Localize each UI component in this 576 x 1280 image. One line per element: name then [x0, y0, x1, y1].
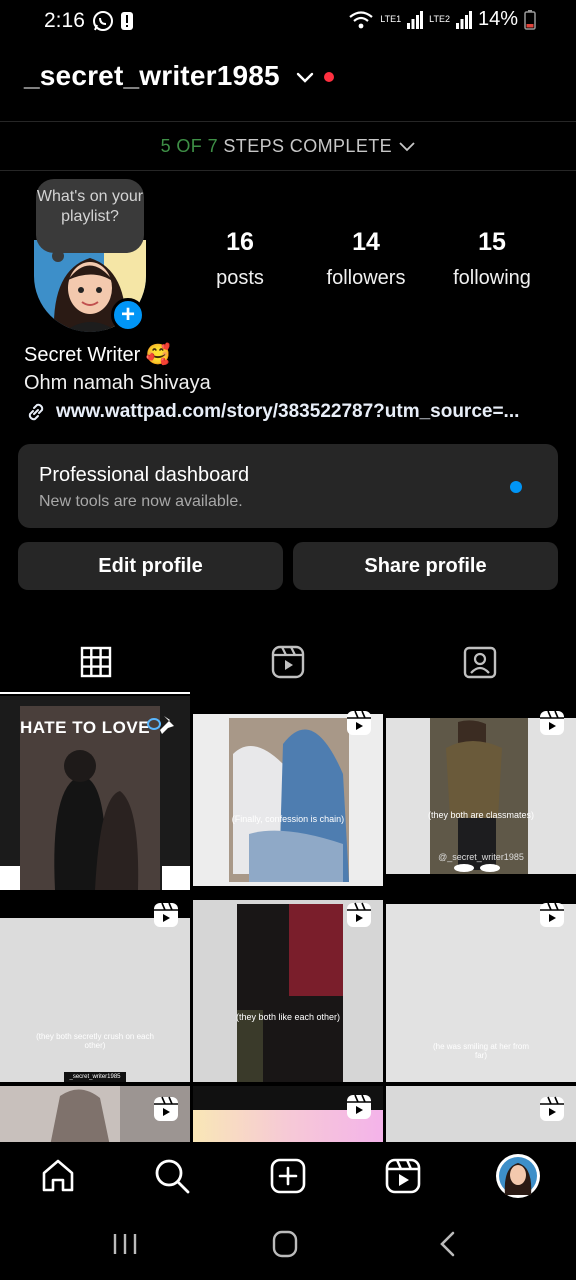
- bio-text: Ohm namah Shivaya: [24, 372, 211, 394]
- post-thumbnail: [229, 718, 349, 882]
- dashboard-title: Professional dashboard: [39, 464, 250, 486]
- divider: [0, 121, 576, 122]
- lte2-label: LTE2: [429, 14, 450, 24]
- status-time: 2:16: [44, 9, 85, 32]
- stat-followers-label: followers: [326, 267, 406, 289]
- tile-overlay-text: HATE TO LOVE: [20, 718, 151, 737]
- reel-badge-icon: [347, 710, 371, 735]
- stat-following[interactable]: 15 following: [422, 228, 562, 290]
- stat-following-value: 15: [478, 228, 506, 256]
- wifi-icon: [349, 10, 373, 28]
- profile-tabs: [0, 632, 576, 692]
- back-icon[interactable]: [438, 1230, 456, 1258]
- nav-search[interactable]: [148, 1152, 196, 1200]
- notification-alert-icon: [121, 12, 133, 30]
- stat-posts[interactable]: 16 posts: [170, 228, 310, 290]
- steps-chevron-icon: [399, 142, 416, 152]
- add-post-icon: [270, 1158, 306, 1194]
- signal-2-icon: [455, 10, 472, 29]
- tab-tagged[interactable]: [384, 632, 576, 692]
- share-profile-button[interactable]: Share profile: [293, 542, 558, 590]
- home-icon: [42, 1159, 74, 1192]
- steps-progress[interactable]: 5 OF 7 STEPS COMPLETE: [0, 136, 576, 157]
- stat-followers[interactable]: 14 followers: [296, 228, 436, 290]
- steps-label: STEPS COMPLETE: [223, 136, 393, 156]
- steps-count: 5 OF 7: [160, 136, 218, 156]
- home-button-icon[interactable]: [272, 1230, 298, 1258]
- tile-caption: (they both are classmates): [427, 810, 535, 820]
- stat-following-label: following: [453, 267, 531, 289]
- profile-header: _secret_writer1985: [24, 56, 552, 96]
- battery-icon: [524, 9, 536, 30]
- nav-create[interactable]: [264, 1152, 312, 1200]
- reels-icon: [271, 645, 305, 679]
- tile-handle: @_secret_writer1985: [438, 852, 524, 862]
- display-name: Secret Writer 🥰: [24, 344, 171, 366]
- bio-link-text: www.wattpad.com/story/383522787?utm_sour…: [56, 401, 520, 422]
- link-icon: [28, 403, 44, 421]
- reel-badge-icon: [154, 902, 178, 927]
- tile-caption: (Finally, confession is chain): [231, 814, 345, 824]
- nav-profile[interactable]: [494, 1152, 542, 1200]
- posts-grid: HATE TO LOVE (Finally, confession is cha…: [0, 696, 576, 1142]
- tab-posts-grid[interactable]: [0, 632, 192, 692]
- reel-badge-icon: [540, 710, 564, 735]
- divider: [0, 170, 576, 171]
- tab-reels[interactable]: [192, 632, 384, 692]
- dashboard-subtitle: New tools are now available.: [39, 493, 243, 510]
- chevron-down-icon[interactable]: [296, 72, 314, 84]
- pin-icon: [147, 716, 174, 734]
- battery-percent: 14%: [477, 8, 518, 30]
- whatsapp-icon: [93, 11, 113, 31]
- post-thumbnail: [430, 718, 528, 874]
- post-tile[interactable]: (they both secretly crush on each other)…: [0, 918, 190, 1082]
- notification-dot: [323, 72, 334, 82]
- reel-badge-icon: [540, 1096, 564, 1121]
- reels-icon: [385, 1158, 421, 1194]
- tile-caption: (they both secretly crush on each other): [36, 1032, 154, 1050]
- reel-badge-icon: [347, 902, 371, 927]
- status-bar: 2:16 LTE1 LTE2 14%: [0, 0, 576, 44]
- active-tab-indicator: [0, 692, 190, 694]
- note-bubble-tail: [52, 250, 64, 262]
- system-navigation-bar: [0, 1210, 576, 1280]
- tagged-person-icon: [463, 646, 497, 679]
- status-right: LTE1 LTE2 14%: [348, 8, 536, 31]
- bio-link[interactable]: www.wattpad.com/story/383522787?utm_sour…: [24, 400, 564, 424]
- signal-1-icon: [407, 10, 424, 29]
- lte1-label: LTE1: [380, 14, 402, 24]
- stat-posts-value: 16: [226, 228, 254, 256]
- username-switcher[interactable]: _secret_writer1985: [24, 60, 280, 92]
- search-icon: [155, 1159, 190, 1194]
- edit-profile-button[interactable]: Edit profile: [18, 542, 283, 590]
- post-tile[interactable]: (they both are classmates) @_secret_writ…: [386, 718, 576, 874]
- profile-avatar-icon: [496, 1154, 540, 1198]
- tile-caption: (he was smiling at her from far): [432, 1042, 530, 1060]
- reel-badge-icon: [347, 1094, 371, 1119]
- post-tile[interactable]: (Finally, confession is chain): [193, 714, 383, 886]
- reel-badge-icon: [540, 902, 564, 927]
- post-tile[interactable]: (he was smiling at her from far): [386, 904, 576, 1082]
- add-story-icon[interactable]: +: [111, 298, 145, 332]
- dashboard-new-dot: [510, 481, 522, 493]
- nav-reels[interactable]: [379, 1152, 427, 1200]
- stat-followers-value: 14: [352, 228, 380, 256]
- grid-icon: [80, 646, 112, 678]
- recent-apps-icon[interactable]: [112, 1232, 138, 1256]
- tile-handle: _secret_writer1985: [64, 1072, 126, 1082]
- post-tile[interactable]: HATE TO LOVE: [0, 696, 190, 890]
- stat-posts-label: posts: [216, 267, 264, 289]
- nav-home[interactable]: [34, 1152, 82, 1200]
- tile-caption: (they both like each other): [235, 1012, 341, 1022]
- note-bubble[interactable]: What's on your playlist?: [36, 179, 144, 253]
- reel-badge-icon: [154, 1096, 178, 1121]
- bottom-navigation: [0, 1142, 576, 1210]
- professional-dashboard-card[interactable]: Professional dashboard New tools are now…: [18, 444, 558, 528]
